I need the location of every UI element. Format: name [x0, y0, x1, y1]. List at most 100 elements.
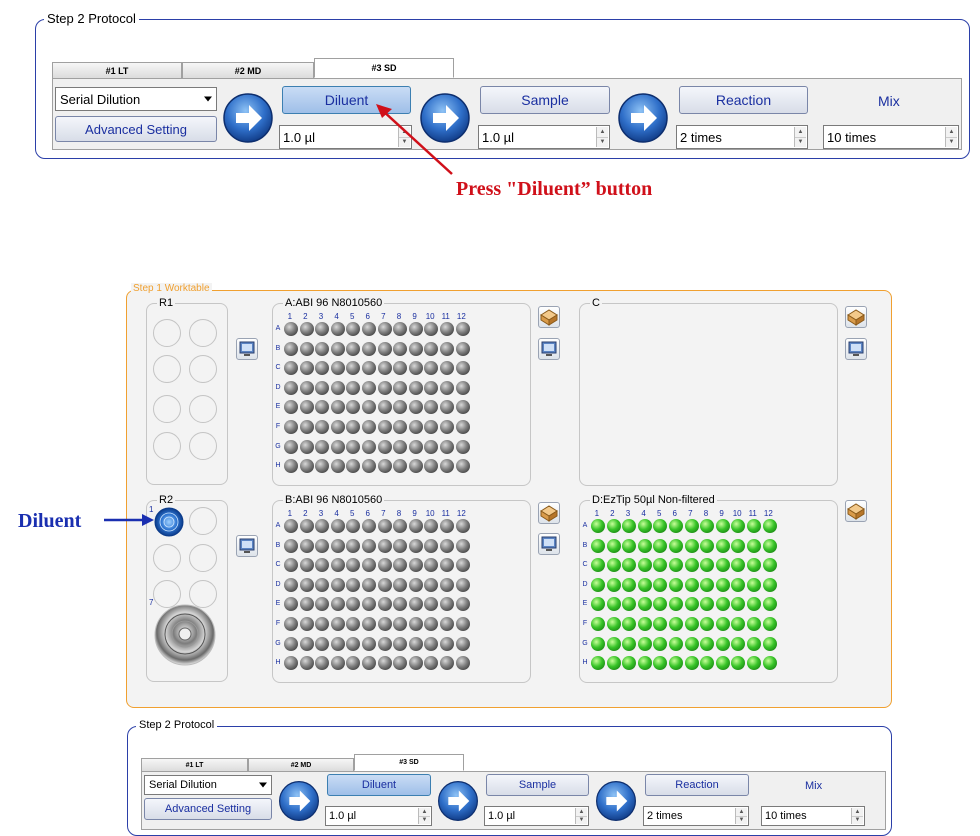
plate-well[interactable]	[330, 459, 345, 474]
plate-well[interactable]	[377, 636, 392, 651]
plate-well[interactable]	[684, 597, 699, 612]
plate-well[interactable]	[455, 341, 470, 356]
plate-well[interactable]	[669, 617, 683, 631]
plate-well[interactable]	[346, 341, 361, 356]
plate-well[interactable]	[299, 380, 314, 395]
plate-well[interactable]	[299, 636, 314, 651]
plate-well[interactable]	[669, 577, 683, 592]
plate-well[interactable]	[330, 341, 345, 356]
advanced-setting-button[interactable]: Advanced Setting	[55, 116, 217, 142]
plate-well[interactable]	[440, 322, 454, 336]
plate-well[interactable]	[408, 459, 423, 474]
plate-well[interactable]	[440, 636, 454, 651]
plate-well[interactable]	[715, 656, 730, 671]
sample-button[interactable]: Sample	[480, 86, 610, 114]
plate-well[interactable]	[299, 400, 314, 415]
plate-well[interactable]	[330, 617, 345, 631]
plate-well[interactable]	[762, 577, 777, 592]
plate-well[interactable]	[408, 519, 423, 533]
plate-well[interactable]	[330, 577, 345, 592]
plate-well[interactable]	[377, 538, 392, 553]
plate-well[interactable]	[762, 558, 777, 573]
plate-well[interactable]	[591, 538, 605, 553]
plate-well[interactable]	[455, 400, 470, 415]
r1-slot[interactable]	[189, 355, 217, 383]
tip-box-icon[interactable]	[538, 306, 560, 328]
plate-well[interactable]	[747, 519, 761, 533]
reaction-times-field[interactable]: 2 times ▲ ▼	[643, 806, 749, 826]
plate-well[interactable]	[440, 439, 454, 454]
tab-md[interactable]: #2 MD	[182, 62, 314, 78]
plate-well[interactable]	[637, 519, 652, 533]
plate-well[interactable]	[299, 459, 314, 474]
diluent-volume-field[interactable]: 1.0 µl ▲▼	[325, 806, 432, 826]
r2-slot[interactable]	[189, 544, 217, 572]
plate-well[interactable]	[393, 538, 408, 553]
plate-well[interactable]	[747, 538, 761, 553]
r1-slot[interactable]	[153, 319, 181, 347]
plate-well[interactable]	[393, 636, 408, 651]
plate-well[interactable]	[715, 636, 730, 651]
plate-well[interactable]	[408, 380, 423, 395]
diluent-spinner[interactable]: ▲▼	[418, 808, 430, 824]
plate-well[interactable]	[377, 617, 392, 631]
plate-well[interactable]	[299, 439, 314, 454]
plate-well[interactable]	[362, 577, 376, 592]
plate-well[interactable]	[377, 656, 392, 671]
plate-well[interactable]	[330, 558, 345, 573]
plate-well[interactable]	[362, 519, 376, 533]
reaction-spinner[interactable]: ▲ ▼	[735, 808, 747, 824]
plate-well[interactable]	[606, 519, 621, 533]
arrow-right-icon[interactable]	[437, 780, 479, 822]
monitor-icon[interactable]	[538, 338, 560, 360]
plate-well[interactable]	[330, 380, 345, 395]
plate-well[interactable]	[762, 617, 777, 631]
plate-well[interactable]	[455, 439, 470, 454]
plate-well[interactable]	[591, 577, 605, 592]
plate-well[interactable]	[284, 519, 298, 533]
plate-well[interactable]	[408, 558, 423, 573]
plate-well[interactable]	[715, 519, 730, 533]
plate-well[interactable]	[299, 558, 314, 573]
plate-well[interactable]	[606, 656, 621, 671]
mix-spinner[interactable]: ▲ ▼	[945, 127, 957, 147]
plate-well[interactable]	[606, 538, 621, 553]
plate-well[interactable]	[747, 617, 761, 631]
plate-well[interactable]	[669, 538, 683, 553]
plate-well[interactable]	[362, 439, 376, 454]
diluent-reservoir-filled[interactable]	[154, 507, 184, 537]
plate-well[interactable]	[408, 361, 423, 376]
r1-slot[interactable]	[153, 395, 181, 423]
plate-well[interactable]	[299, 519, 314, 533]
plate-well[interactable]	[362, 636, 376, 651]
plate-well[interactable]	[637, 558, 652, 573]
sample-spinner[interactable]: ▲ ▼	[596, 127, 608, 147]
plate-well[interactable]	[424, 439, 439, 454]
plate-well[interactable]	[284, 617, 298, 631]
plate-well[interactable]	[424, 538, 439, 553]
sample-spinner[interactable]: ▲ ▼	[575, 808, 587, 824]
plate-well[interactable]	[315, 341, 330, 356]
plate-well[interactable]	[653, 636, 668, 651]
r2-slot[interactable]	[153, 544, 181, 572]
plate-well[interactable]	[455, 380, 470, 395]
sample-button[interactable]: Sample	[486, 774, 589, 796]
plate-well[interactable]	[715, 617, 730, 631]
plate-well[interactable]	[637, 656, 652, 671]
plate-well[interactable]	[284, 420, 298, 434]
tab-sd[interactable]: #3 SD	[354, 754, 464, 771]
mix-spinner[interactable]: ▲ ▼	[851, 808, 863, 824]
reaction-button[interactable]: Reaction	[679, 86, 808, 114]
plate-well[interactable]	[362, 420, 376, 434]
plate-well[interactable]	[715, 577, 730, 592]
mode-select[interactable]: Serial Dilution	[55, 87, 217, 111]
plate-well[interactable]	[377, 519, 392, 533]
plate-well[interactable]	[330, 439, 345, 454]
plate-well[interactable]	[684, 636, 699, 651]
plate-well[interactable]	[424, 636, 439, 651]
sample-volume-field[interactable]: 1.0 µl ▲ ▼	[478, 125, 610, 149]
mix-times-field[interactable]: 10 times ▲ ▼	[823, 125, 959, 149]
plate-well[interactable]	[455, 538, 470, 553]
reaction-times-field[interactable]: 2 times ▲ ▼	[676, 125, 808, 149]
plate-well[interactable]	[362, 380, 376, 395]
